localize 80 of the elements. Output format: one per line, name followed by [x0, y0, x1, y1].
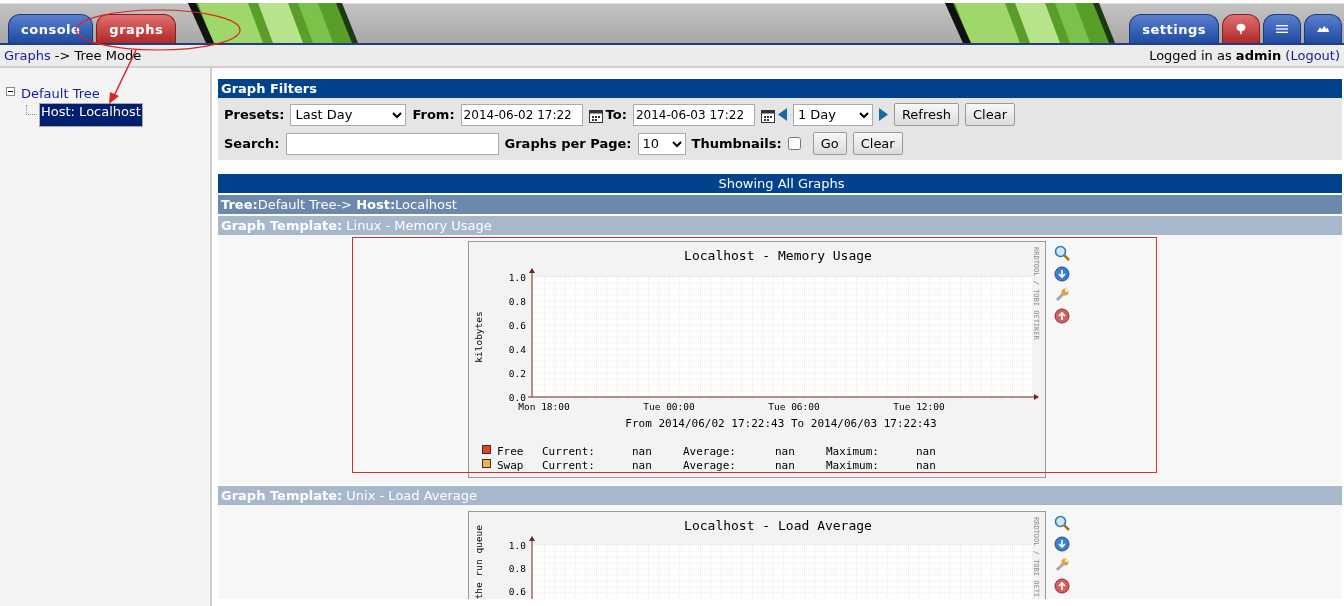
y-axis	[529, 536, 535, 599]
y-tick-label: 1.0	[508, 540, 526, 551]
upload-icon[interactable]	[1054, 578, 1070, 594]
nav-tab[interactable]: graphs	[96, 14, 177, 43]
thumbnails-checkbox[interactable]	[787, 137, 801, 150]
y-tick-label: 0.8	[508, 296, 526, 307]
legend-label: Current:	[542, 459, 595, 472]
legend-label: Current:	[542, 445, 595, 458]
y-tick-label: 0.6	[508, 586, 526, 597]
breadcrumb-link[interactable]: Graphs	[4, 48, 51, 63]
field-label: Graphs per Page:	[504, 136, 632, 151]
calendar-icon[interactable]	[760, 110, 775, 123]
button[interactable]: Go	[812, 132, 847, 155]
y-tick-label: 1.0	[508, 272, 526, 283]
tree-item[interactable]: Host: Localhost	[39, 103, 143, 127]
filters-header: Graph Filters	[218, 79, 1342, 98]
field-label: From:	[412, 107, 455, 122]
left-arrow-icon[interactable]	[777, 108, 787, 121]
list-view-tab[interactable]	[1263, 14, 1301, 43]
legend-label: Average:	[683, 445, 736, 458]
calendar-icon[interactable]	[588, 110, 603, 123]
upload-icon[interactable]	[1054, 308, 1070, 324]
y-axis-label: the run queue	[473, 525, 484, 599]
button[interactable]: Clear	[965, 103, 1015, 126]
collapse-toggle-icon[interactable]	[6, 86, 15, 96]
date-range-text: From 2014/06/02 17:22:43 To 2014/06/03 17:22:43	[625, 417, 937, 430]
download-icon[interactable]	[1054, 266, 1070, 282]
legend-value: nan	[632, 445, 652, 458]
tree-path-bar: Tree:Default Tree-> Host:Localhost	[218, 195, 1342, 214]
download-icon[interactable]	[1054, 536, 1070, 552]
y-tick-label: 0.0	[508, 392, 526, 403]
graph-template-bar: Graph Template: Unix - Load Average	[218, 486, 1342, 505]
legend-label: Maximum:	[826, 445, 879, 458]
x-tick-label: Tue 00:00	[643, 401, 695, 412]
settings-tab[interactable]: settings	[1129, 14, 1219, 43]
legend-name: Free	[497, 445, 524, 458]
field-label: Presets:	[224, 107, 285, 122]
tree-icon	[1235, 21, 1247, 37]
legend-label: Maximum:	[826, 459, 879, 472]
field-label: To:	[605, 107, 627, 122]
graph-title: Localhost - Load Average	[684, 518, 872, 533]
tree-view-tab[interactable]	[1222, 14, 1260, 43]
legend-value: nan	[775, 445, 795, 458]
dropdown[interactable]: 1 Day	[792, 103, 873, 126]
x-tick-label: Mon 18:00	[518, 401, 570, 412]
field-label: Thumbnails:	[691, 136, 782, 151]
legend-label: Average:	[683, 459, 736, 472]
dropdown[interactable]: 10	[637, 132, 686, 155]
x-tick-label: Tue 12:00	[893, 401, 945, 412]
search-field[interactable]	[285, 132, 499, 155]
legend-value: nan	[916, 459, 936, 472]
mountain-icon	[1317, 24, 1329, 34]
preview-view-tab[interactable]	[1304, 14, 1342, 43]
results-header: Showing All Graphs	[218, 174, 1342, 193]
y-axis-label: kilobytes	[473, 311, 484, 363]
legend-value: nan	[632, 459, 652, 472]
field-label: Search:	[224, 136, 280, 151]
graph-title: Localhost - Memory Usage	[684, 248, 872, 263]
legend-value: nan	[916, 445, 936, 458]
button[interactable]: Refresh	[893, 103, 959, 126]
y-tick-label: 0.8	[508, 563, 526, 574]
right-arrow-icon[interactable]	[878, 108, 888, 121]
graph-template-bar: Graph Template: Linux - Memory Usage	[218, 216, 1342, 235]
tree-item[interactable]: Default Tree	[21, 85, 100, 101]
logout-link[interactable]: (Logout)	[1285, 48, 1340, 63]
y-tick-label: 0.6	[508, 320, 526, 331]
legend-name: Swap	[497, 459, 524, 472]
button[interactable]: Clear	[852, 132, 903, 155]
zoom-icon[interactable]	[1054, 515, 1070, 531]
x-tick-label: Tue 06:00	[768, 401, 820, 412]
graph-image[interactable]	[468, 241, 1046, 478]
zoom-icon[interactable]	[1054, 245, 1070, 261]
dropdown[interactable]: Last Day	[290, 103, 407, 126]
login-status: Logged in as admin	[1149, 48, 1282, 63]
y-tick-label: 0.2	[508, 368, 526, 379]
legend-value: nan	[775, 459, 795, 472]
y-tick-label: 0.4	[508, 344, 526, 355]
date-field[interactable]: 2014-06-02 17:22	[460, 103, 583, 126]
list-icon	[1276, 23, 1288, 35]
date-field[interactable]: 2014-06-03 17:22	[632, 103, 755, 126]
